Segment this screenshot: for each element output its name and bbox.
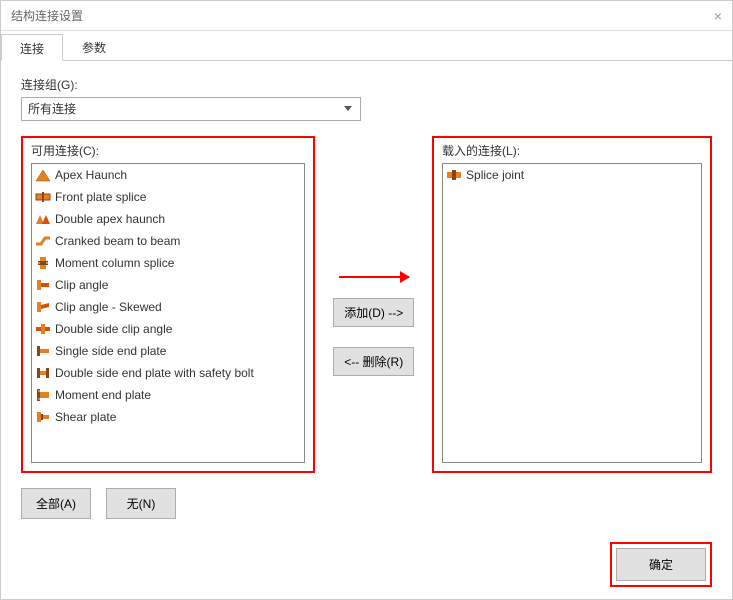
double-apex-icon <box>35 212 51 226</box>
panels: 可用连接(C): Apex Haunch Front plate splice Do… <box>21 136 712 473</box>
available-label: 可用连接(C): <box>31 142 305 159</box>
item-label: Shear plate <box>55 410 116 424</box>
clip-skew-icon <box>35 300 51 314</box>
item-label: Moment column splice <box>55 256 174 270</box>
item-label: Clip angle <box>55 278 108 292</box>
titlebar: 结构连接设置 × <box>1 1 732 31</box>
shear-icon <box>35 410 51 424</box>
close-icon[interactable]: × <box>714 8 722 24</box>
group-label: 连接组(G): <box>21 76 712 93</box>
group-selected-value: 所有连接 <box>28 102 76 116</box>
add-button[interactable]: 添加(D) --> <box>333 298 414 327</box>
splice-icon <box>446 168 462 182</box>
item-label: Moment end plate <box>55 388 151 402</box>
item-label: Single side end plate <box>55 344 166 358</box>
arrow-right-icon <box>339 276 409 278</box>
available-panel: 可用连接(C): Apex Haunch Front plate splice Do… <box>21 136 315 473</box>
list-item[interactable]: Double side end plate with safety bolt <box>32 362 304 384</box>
bottom-buttons: 全部(A) 无(N) <box>21 488 712 519</box>
item-label: Clip angle - Skewed <box>55 300 162 314</box>
clip-icon <box>35 278 51 292</box>
list-item[interactable]: Moment end plate <box>32 384 304 406</box>
list-item[interactable]: Double apex haunch <box>32 208 304 230</box>
loaded-label: 载入的连接(L): <box>442 142 702 159</box>
list-item[interactable]: Clip angle - Skewed <box>32 296 304 318</box>
tab-connection[interactable]: 连接 <box>1 34 63 61</box>
tab-bar: 连接 参数 <box>1 33 732 61</box>
list-item[interactable]: Moment column splice <box>32 252 304 274</box>
item-label: Splice joint <box>466 168 524 182</box>
double-end-icon <box>35 366 51 380</box>
item-label: Double apex haunch <box>55 212 165 226</box>
group-select[interactable]: 所有连接 <box>21 97 361 121</box>
none-button[interactable]: 无(N) <box>106 488 176 519</box>
footer: 确定 <box>610 542 712 587</box>
ok-highlight: 确定 <box>610 542 712 587</box>
item-label: Front plate splice <box>55 190 146 204</box>
tab-params[interactable]: 参数 <box>63 33 125 60</box>
item-label: Apex Haunch <box>55 168 127 182</box>
list-item[interactable]: Double side clip angle <box>32 318 304 340</box>
loaded-panel: 载入的连接(L): Splice joint <box>432 136 712 473</box>
list-item[interactable]: Front plate splice <box>32 186 304 208</box>
list-item[interactable]: Shear plate <box>32 406 304 428</box>
cranked-icon <box>35 234 51 248</box>
remove-button[interactable]: <-- 删除(R) <box>333 347 414 376</box>
item-label: Cranked beam to beam <box>55 234 180 248</box>
dialog-window: 结构连接设置 × 连接 参数 连接组(G): 所有连接 可用连接(C): Ape… <box>0 0 733 600</box>
group-row: 连接组(G): 所有连接 <box>21 76 712 121</box>
double-clip-icon <box>35 322 51 336</box>
middle-column: 添加(D) --> <-- 删除(R) <box>330 136 417 376</box>
list-item[interactable]: Splice joint <box>443 164 701 186</box>
list-item[interactable]: Clip angle <box>32 274 304 296</box>
apex-icon <box>35 168 51 182</box>
window-title: 结构连接设置 <box>11 7 83 24</box>
list-item[interactable]: Single side end plate <box>32 340 304 362</box>
item-label: Double side end plate with safety bolt <box>55 366 254 380</box>
ok-button[interactable]: 确定 <box>616 548 706 581</box>
content: 连接组(G): 所有连接 可用连接(C): Apex Haunch Front p… <box>1 61 732 534</box>
column-splice-icon <box>35 256 51 270</box>
plate-icon <box>35 190 51 204</box>
moment-end-icon <box>35 388 51 402</box>
item-label: Double side clip angle <box>55 322 172 336</box>
all-button[interactable]: 全部(A) <box>21 488 91 519</box>
list-item[interactable]: Cranked beam to beam <box>32 230 304 252</box>
list-item[interactable]: Apex Haunch <box>32 164 304 186</box>
end-plate-icon <box>35 344 51 358</box>
available-listbox[interactable]: Apex Haunch Front plate splice Double apex… <box>31 163 305 463</box>
loaded-listbox[interactable]: Splice joint <box>442 163 702 463</box>
